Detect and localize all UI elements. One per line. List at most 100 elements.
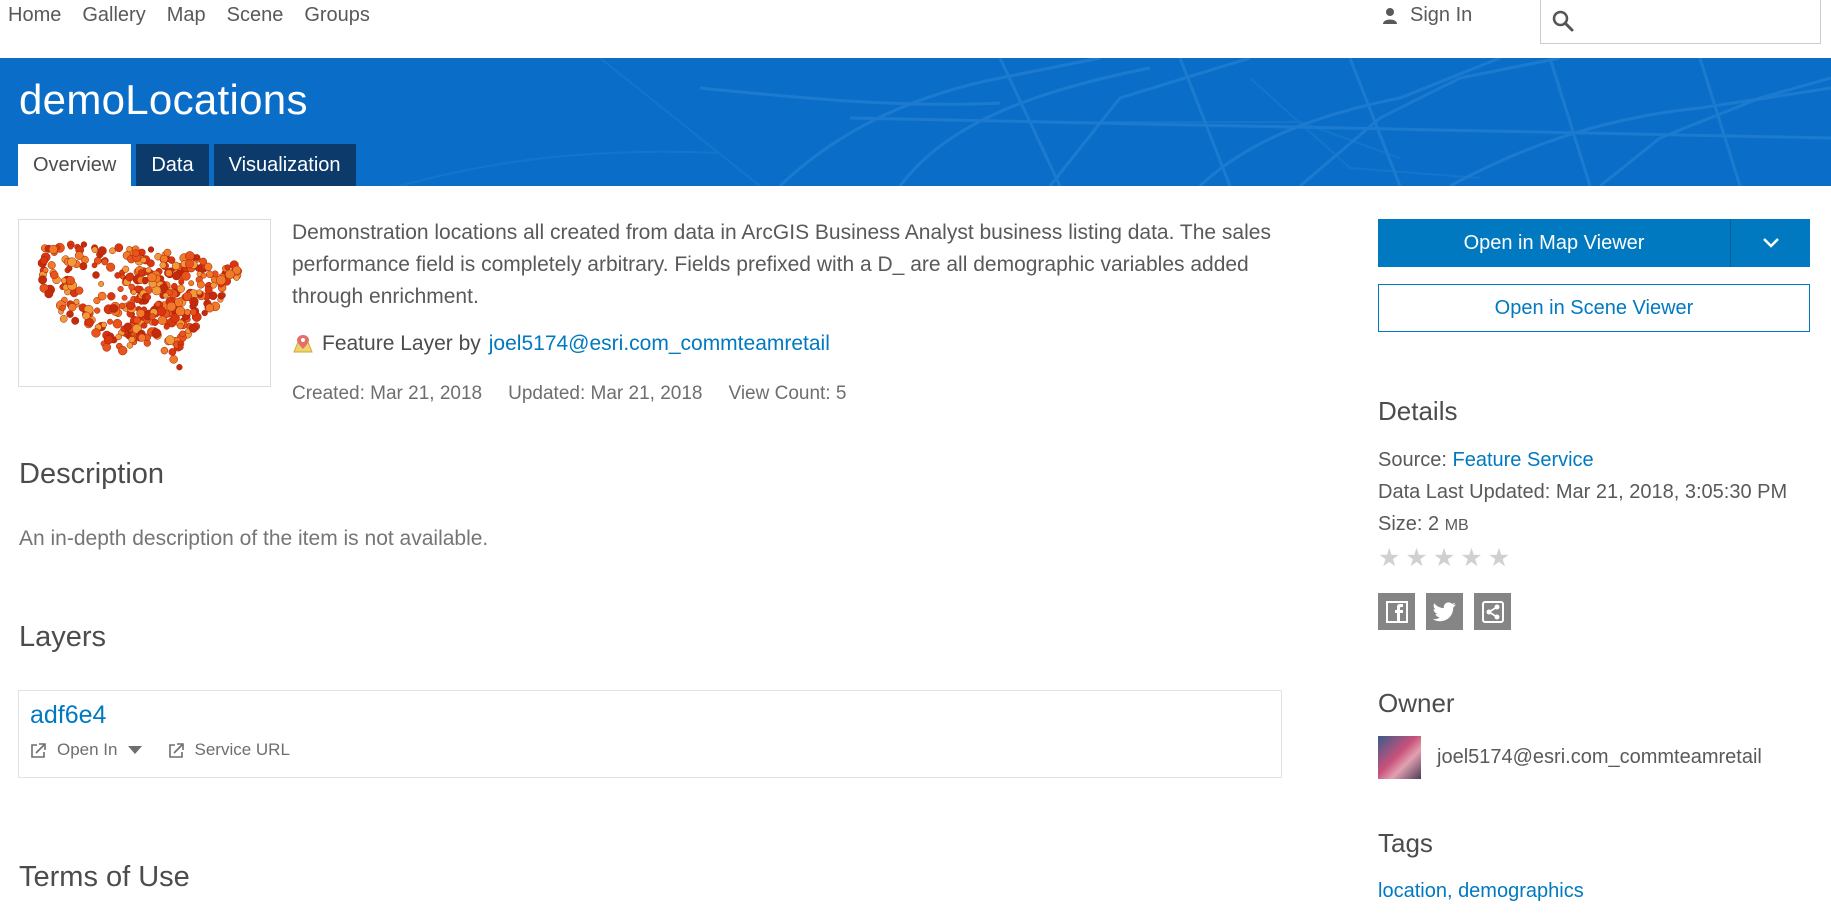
location-point — [137, 333, 147, 342]
nav-links: Home Gallery Map Scene Groups — [8, 4, 370, 27]
tab-visualization[interactable]: Visualization — [213, 144, 356, 186]
layer-name-link[interactable]: adf6e4 — [30, 701, 106, 730]
open-in-dropdown[interactable]: Open In — [30, 740, 142, 760]
size-value: Size: 2 — [1378, 513, 1440, 535]
search-input[interactable] — [1540, 0, 1821, 44]
created-date: Created: Mar 21, 2018 — [292, 383, 483, 404]
star-icon[interactable]: ★ — [1433, 543, 1455, 573]
nav-groups[interactable]: Groups — [304, 4, 370, 27]
location-point — [151, 318, 159, 326]
star-icon[interactable]: ★ — [1488, 543, 1510, 573]
location-point — [91, 328, 101, 338]
nav-gallery[interactable]: Gallery — [82, 4, 145, 27]
location-point — [181, 271, 191, 281]
page-title: demoLocations — [19, 76, 308, 123]
item-thumbnail — [18, 219, 271, 387]
location-point — [188, 323, 198, 333]
view-count: View Count: 5 — [728, 383, 847, 404]
open-in-scene-viewer-button[interactable]: Open in Scene Viewer — [1378, 284, 1810, 332]
tag-separator: , — [1446, 880, 1459, 902]
location-point — [159, 254, 169, 264]
location-point — [107, 318, 113, 325]
location-point — [147, 272, 157, 283]
location-point — [224, 269, 235, 280]
location-point — [118, 345, 128, 356]
location-point — [122, 265, 130, 273]
sign-in-label: Sign In — [1410, 4, 1473, 26]
tag-link[interactable]: location — [1378, 880, 1447, 902]
data-last-updated: Data Last Updated: Mar 21, 2018, 3:05:30… — [1378, 481, 1788, 503]
owner-row[interactable]: joel5174@esri.com_commteamretail — [1378, 736, 1762, 779]
nav-map[interactable]: Map — [167, 4, 206, 27]
location-point — [112, 318, 123, 329]
map-viewer-options-dropdown[interactable] — [1731, 219, 1810, 267]
location-point — [145, 267, 152, 274]
location-point — [94, 307, 101, 314]
location-point — [92, 271, 100, 279]
search-icon — [1552, 10, 1574, 32]
facebook-share-button[interactable] — [1378, 593, 1415, 630]
location-point — [163, 323, 170, 330]
nav-scene[interactable]: Scene — [227, 4, 284, 27]
facebook-icon — [1385, 600, 1408, 623]
location-point — [171, 261, 181, 271]
location-point — [74, 251, 84, 260]
location-point — [166, 301, 177, 312]
source-label: Source: — [1378, 449, 1447, 471]
location-point — [160, 346, 169, 355]
star-icon[interactable]: ★ — [1405, 543, 1427, 573]
tab-overview[interactable]: Overview — [18, 144, 132, 186]
service-url-link[interactable]: Service URL — [168, 740, 290, 760]
location-point — [171, 282, 178, 290]
location-point — [98, 280, 105, 287]
sign-in-link[interactable]: Sign In — [1382, 4, 1472, 27]
location-point — [67, 257, 77, 267]
item-meta: Created: Mar 21, 2018 Updated: Mar 21, 2… — [292, 383, 846, 405]
rating-stars: ★ ★ ★ ★ ★ — [1378, 543, 1510, 573]
location-point — [179, 330, 186, 338]
item-header-banner: demoLocations Overview Data Visualizatio… — [0, 58, 1831, 186]
location-point — [107, 292, 116, 301]
location-point — [149, 313, 156, 320]
location-point — [210, 282, 217, 289]
location-point — [184, 251, 195, 261]
location-point — [172, 271, 181, 281]
star-icon[interactable]: ★ — [1378, 543, 1400, 573]
star-icon[interactable]: ★ — [1460, 543, 1482, 573]
location-point — [102, 342, 112, 352]
open-in-label: Open In — [57, 740, 118, 759]
source-link[interactable]: Feature Service — [1453, 449, 1594, 471]
item-summary: Demonstration locations all created from… — [292, 221, 1271, 308]
open-in-map-viewer-button[interactable]: Open in Map Viewer — [1378, 219, 1731, 267]
share-link-button[interactable] — [1474, 593, 1511, 630]
location-point — [175, 306, 186, 317]
location-point — [59, 315, 68, 323]
location-point — [126, 301, 136, 311]
location-point — [47, 261, 56, 270]
tab-data[interactable]: Data — [136, 144, 209, 186]
location-point — [137, 269, 145, 277]
location-point — [176, 284, 185, 293]
location-point — [128, 283, 136, 291]
nav-home[interactable]: Home — [8, 4, 61, 27]
share-icon — [1481, 600, 1504, 623]
location-point — [48, 244, 58, 254]
description-heading: Description — [19, 458, 165, 490]
location-point — [177, 322, 184, 330]
tags-list: location, demographics — [1378, 880, 1584, 903]
twitter-share-button[interactable] — [1426, 593, 1463, 630]
location-point — [132, 249, 140, 257]
location-point — [97, 246, 107, 256]
location-point — [100, 321, 108, 328]
tags-heading: Tags — [1378, 828, 1433, 858]
location-point — [97, 291, 107, 301]
location-point — [79, 262, 88, 271]
location-point — [85, 318, 94, 327]
location-point — [91, 262, 98, 269]
location-point — [196, 280, 205, 289]
layer-actions: Open In Service URL — [30, 740, 290, 760]
chevron-down-icon — [1762, 238, 1779, 248]
location-point — [115, 333, 122, 341]
tag-link[interactable]: demographics — [1458, 880, 1584, 902]
owner-link[interactable]: joel5174@esri.com_commteamretail — [489, 332, 830, 356]
